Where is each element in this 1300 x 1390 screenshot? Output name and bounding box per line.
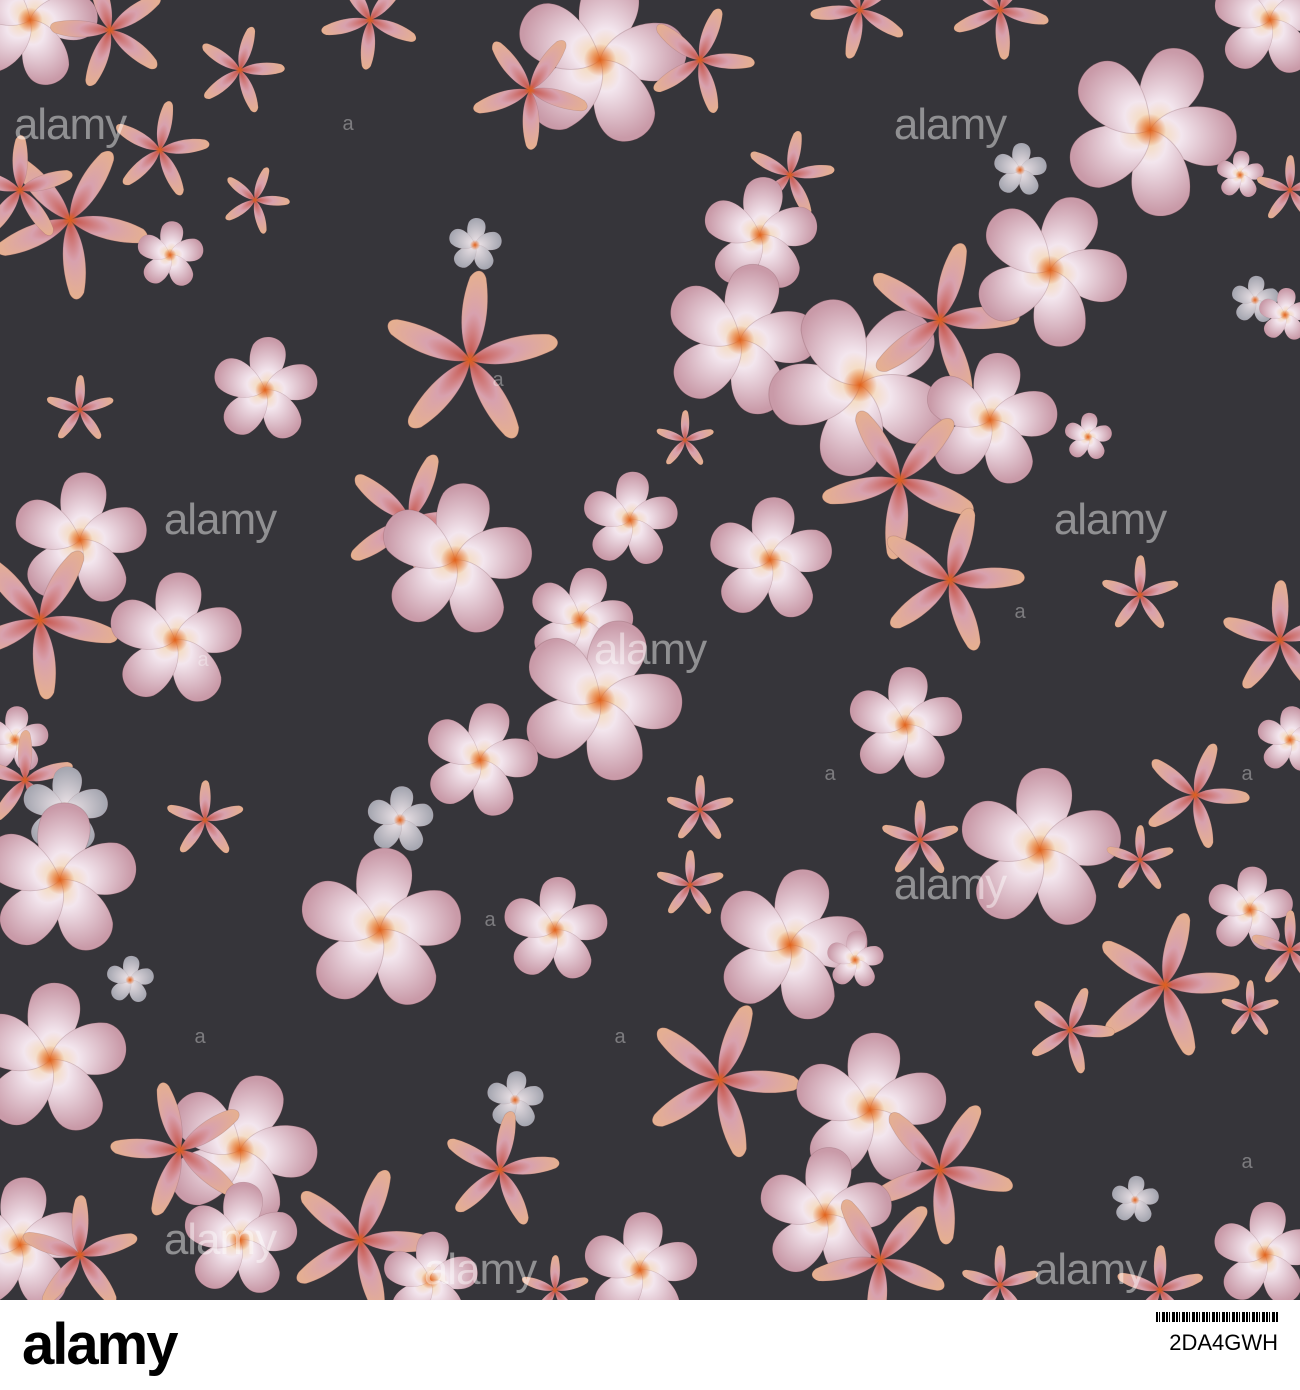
flower-center	[1136, 856, 1144, 864]
flower-center	[758, 548, 782, 572]
flower-center	[849, 954, 861, 966]
image-stage: alamy alamy alamy alamy alamy alamy alamy alamy…	[0, 0, 1300, 1390]
flower-center	[469, 239, 481, 251]
watermark-mark: a	[1241, 1150, 1253, 1173]
flower-center	[421, 1271, 439, 1289]
flower-center	[1286, 186, 1294, 194]
flower-center	[1241, 901, 1259, 919]
flower-center	[812, 1202, 838, 1228]
flower-center	[916, 836, 924, 844]
flower-center	[1259, 9, 1281, 31]
flower-center	[1235, 170, 1245, 180]
watermark-mark: a	[492, 368, 504, 391]
watermark-mark: a	[484, 908, 496, 931]
flower-center	[855, 1095, 885, 1125]
flower-center	[1274, 634, 1286, 646]
flower-center	[45, 865, 75, 895]
flower-center	[20, 775, 30, 785]
flower-center	[125, 975, 135, 985]
flower-center	[686, 881, 694, 889]
flower-center	[696, 806, 704, 814]
flower-center	[1014, 164, 1026, 176]
flower-center	[749, 224, 771, 246]
flower-center	[364, 914, 396, 946]
watermark-mark: a	[1014, 600, 1026, 623]
watermark-mark: a	[197, 648, 209, 671]
flower-center	[1155, 1285, 1165, 1295]
footer-bar: alamy 2DA4GWH	[0, 1300, 1300, 1390]
flower-center	[35, 1045, 65, 1075]
flower-center	[509, 1094, 521, 1106]
flower-center	[621, 511, 639, 529]
flower-center	[551, 1286, 559, 1294]
flower-center	[894, 714, 916, 736]
brand-logo: alamy	[22, 1312, 178, 1377]
flower-center	[545, 920, 565, 940]
flower-center	[1130, 1195, 1140, 1205]
flower-center	[996, 1281, 1004, 1289]
flower-center	[1136, 591, 1144, 599]
flower-center	[67, 527, 93, 553]
flower-center	[1283, 733, 1297, 747]
watermark-mark: a	[824, 762, 836, 785]
flower-center	[1024, 834, 1056, 866]
flower-center	[255, 380, 275, 400]
flower-center	[1250, 295, 1260, 305]
flower-center	[162, 627, 188, 653]
flower-center	[76, 406, 84, 414]
watermark-mark: a	[1241, 762, 1253, 785]
flower-center	[1279, 309, 1291, 321]
flower-center	[14, 184, 26, 196]
image-id-label: 2DA4GWH	[1169, 1330, 1278, 1355]
flower-center	[393, 813, 407, 827]
barcode-decoration	[1156, 1312, 1278, 1322]
flower-center	[201, 816, 209, 824]
watermark-mark: a	[194, 1025, 206, 1048]
flower-center	[1247, 1007, 1253, 1013]
flower-center	[682, 437, 688, 443]
flower-center	[1083, 432, 1093, 442]
flower-center	[163, 248, 177, 262]
flower-center	[229, 1229, 251, 1251]
flower-center	[1286, 946, 1294, 954]
watermark-mark: a	[342, 112, 354, 135]
watermark-mark: a	[614, 1025, 626, 1048]
flower-center	[74, 1249, 86, 1261]
flower-center	[629, 1259, 651, 1281]
flower-center	[1255, 1245, 1275, 1265]
